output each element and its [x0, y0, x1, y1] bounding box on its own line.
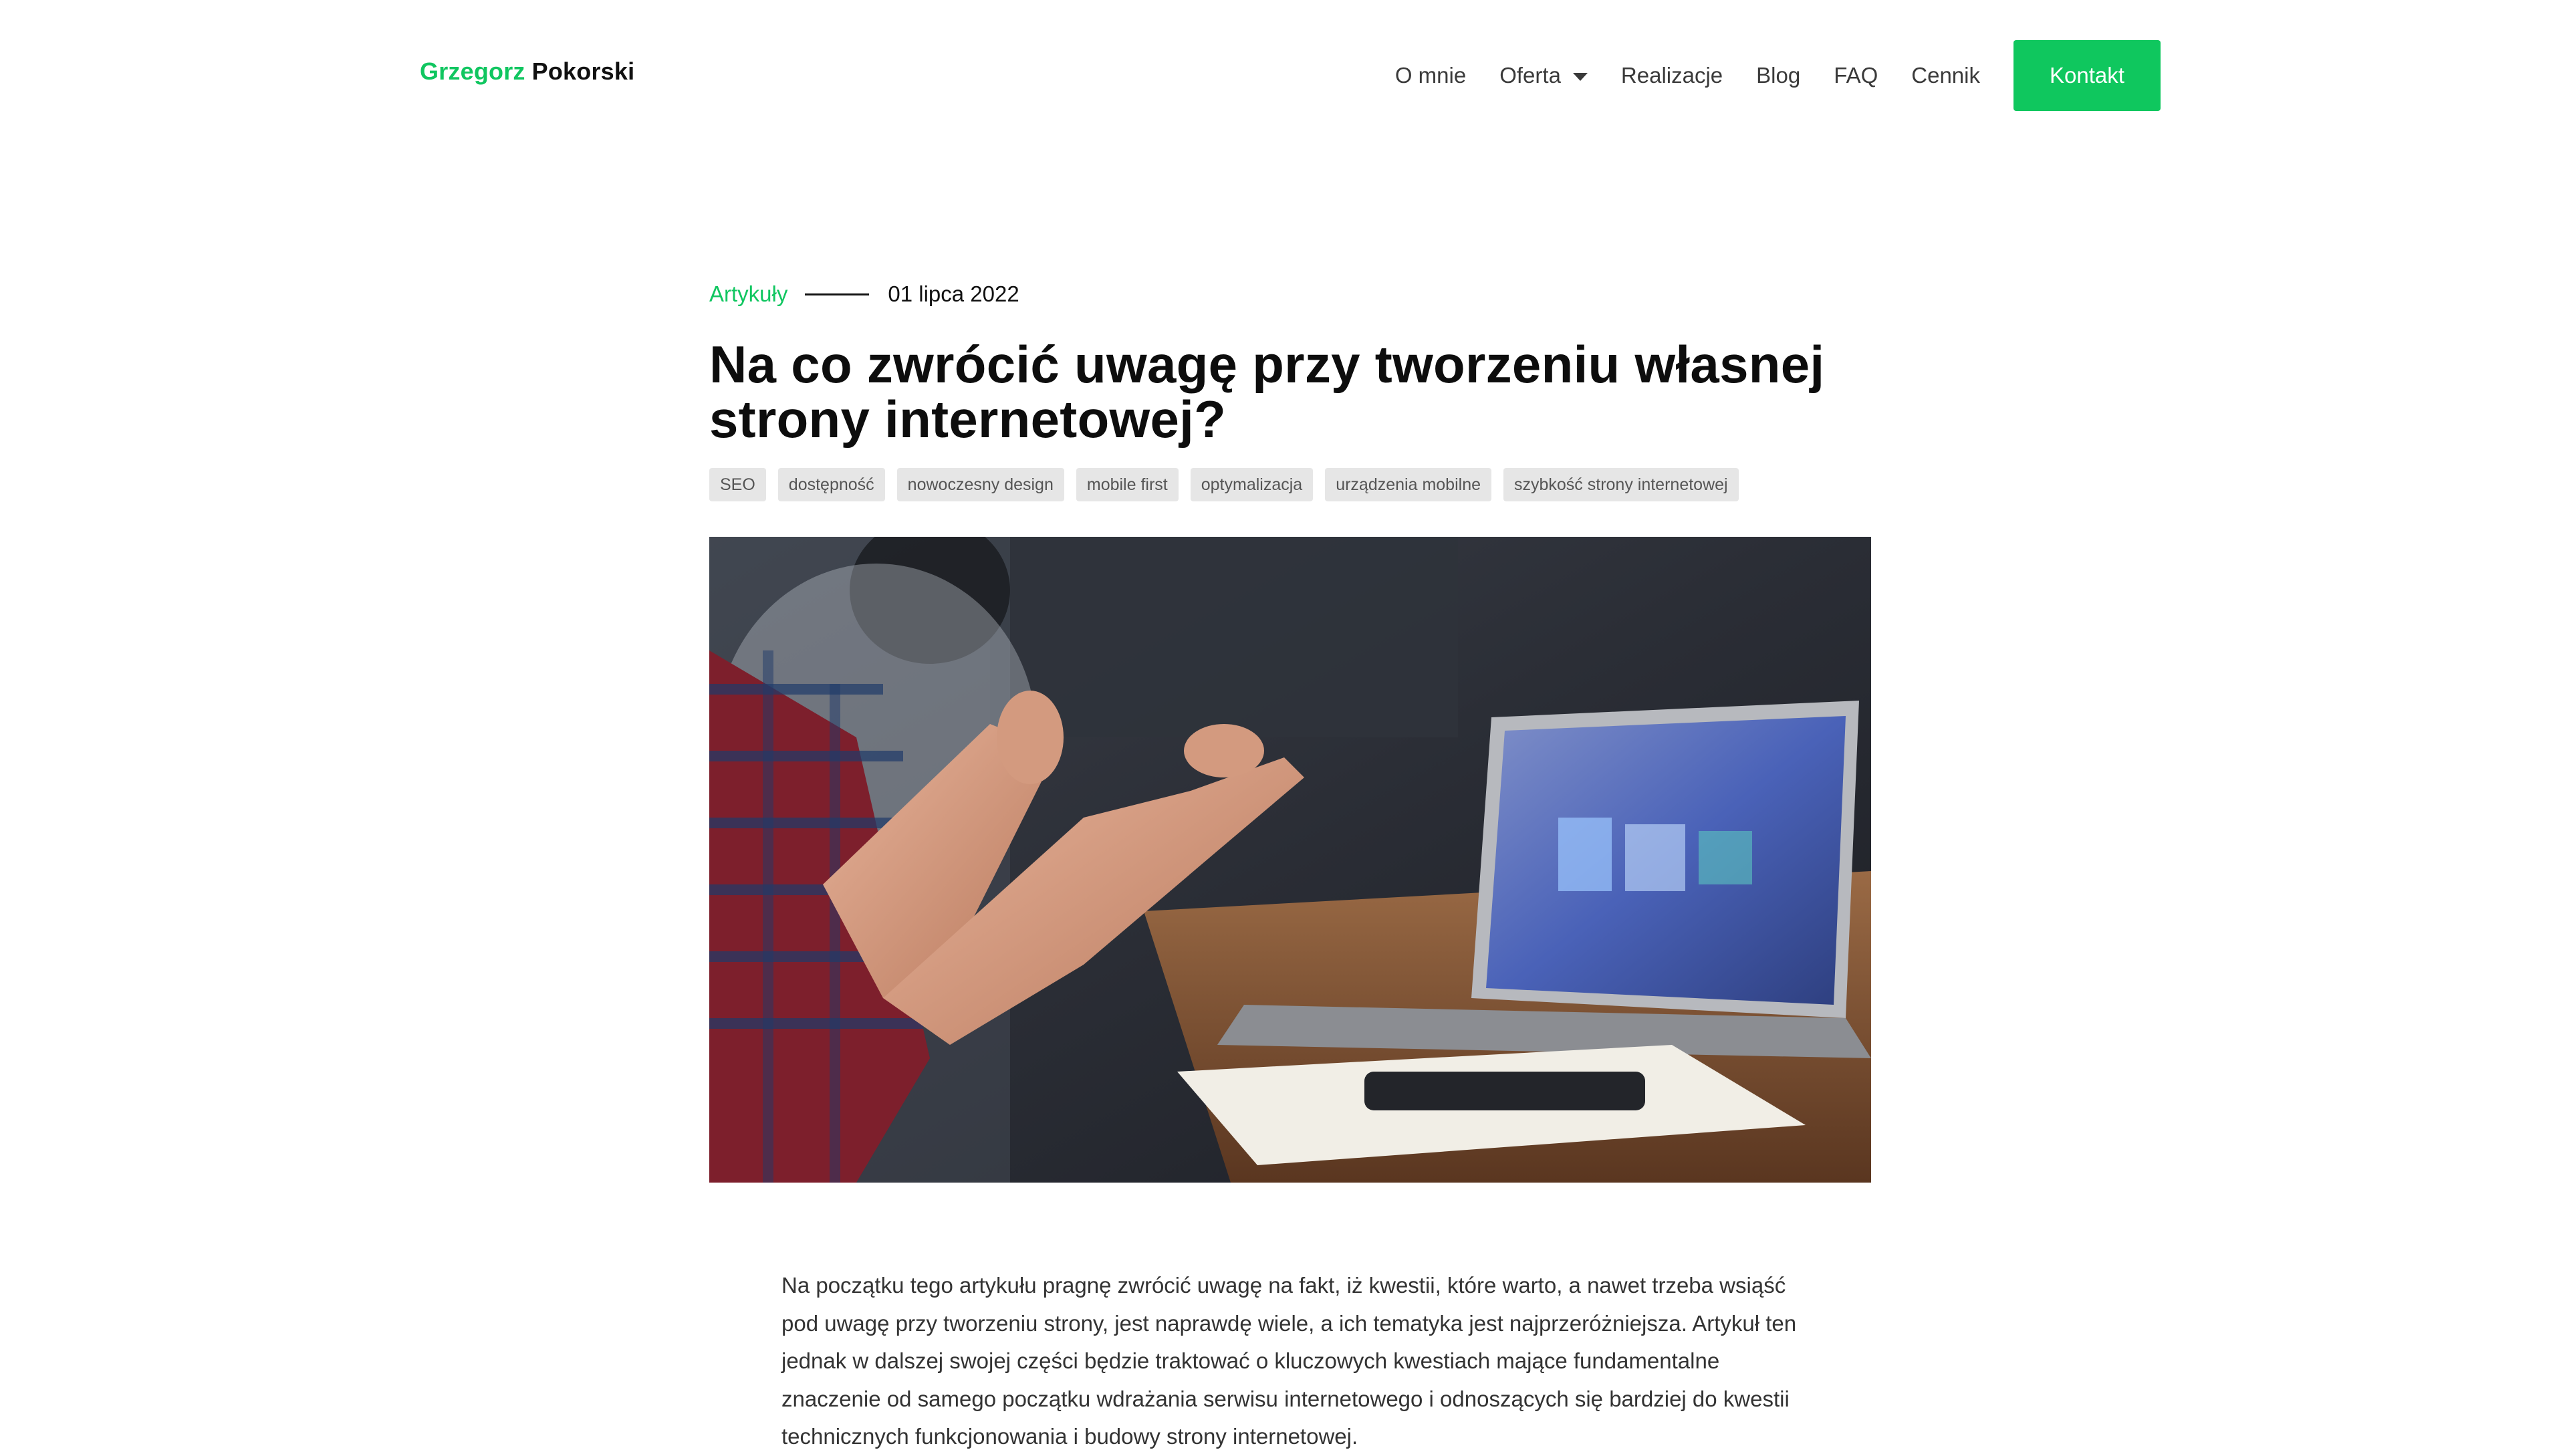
- tag-mobile-first[interactable]: mobile first: [1076, 468, 1179, 501]
- article-header: Artykuły 01 lipca 2022 Na co zwrócić uwa…: [709, 274, 1872, 501]
- hero-photo: [709, 537, 1871, 1183]
- site-logo[interactable]: Grzegorz Pokorski: [420, 57, 634, 86]
- nav-item-o-mnie[interactable]: O mnie: [1395, 63, 1466, 88]
- nav-item-label: Blog: [1756, 63, 1801, 88]
- tag-nowoczesny-design[interactable]: nowoczesny design: [896, 468, 1064, 501]
- logo-last-name: Pokorski: [531, 57, 635, 85]
- caret-down-icon: [1572, 73, 1588, 81]
- contact-button[interactable]: Kontakt: [2013, 40, 2161, 111]
- nav-item-faq[interactable]: FAQ: [1834, 63, 1878, 88]
- logo-first-name: Grzegorz: [420, 57, 525, 85]
- nav-item-realizacje[interactable]: Realizacje: [1621, 63, 1723, 88]
- nav-item-cennik[interactable]: Cennik: [1911, 63, 1980, 88]
- tag-szybkosc-strony[interactable]: szybkość strony internetowej: [1503, 468, 1739, 501]
- main-nav: O mnie Oferta Realizacje Blog FAQ Cennik…: [1395, 40, 2161, 111]
- tag-urzadzenia-mobilne[interactable]: urządzenia mobilne: [1325, 468, 1491, 501]
- nav-item-label: FAQ: [1834, 63, 1878, 88]
- article-title: Na co zwrócić uwagę przy tworzeniu własn…: [709, 335, 1825, 449]
- article-meta: Artykuły 01 lipca 2022: [709, 274, 1872, 314]
- article-intro: Na początku tego artykułu pragnę zwrócić…: [781, 1273, 1797, 1449]
- site-header: Grzegorz Pokorski O mnie Oferta Realizacj…: [0, 0, 2567, 154]
- tag-optymalizacja[interactable]: optymalizacja: [1190, 468, 1314, 501]
- meta-divider: [805, 293, 870, 295]
- nav-item-label: Cennik: [1911, 63, 1980, 88]
- nav-item-oferta[interactable]: Oferta: [1499, 63, 1588, 88]
- article-hero-image: [709, 537, 1871, 1183]
- nav-item-blog[interactable]: Blog: [1756, 63, 1800, 88]
- article-category-link[interactable]: Artykuły: [709, 281, 787, 307]
- tag-seo[interactable]: SEO: [709, 468, 766, 501]
- nav-item-label: O mnie: [1394, 63, 1467, 88]
- article-date: 01 lipca 2022: [888, 281, 1019, 306]
- article-tags: SEO dostępność nowoczesny design mobile …: [709, 468, 1872, 501]
- nav-item-label: Oferta: [1499, 63, 1561, 88]
- tag-dostepnosc[interactable]: dostępność: [777, 468, 885, 501]
- nav-item-label: Realizacje: [1620, 63, 1723, 88]
